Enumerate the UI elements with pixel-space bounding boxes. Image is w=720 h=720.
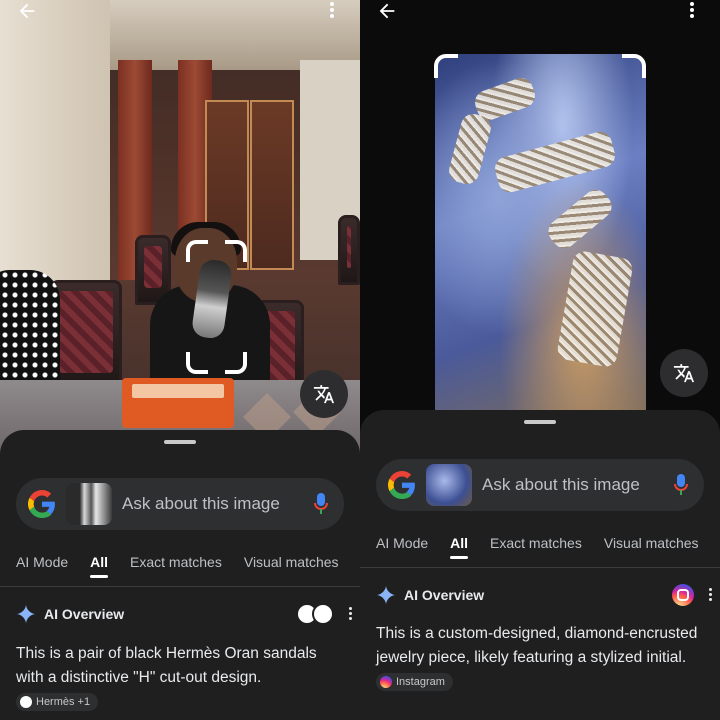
ask-placeholder[interactable]: Ask about this image (482, 475, 674, 495)
photo-jewelry-detail (492, 129, 618, 195)
instagram-icon[interactable] (672, 584, 694, 606)
crop-corner-top-left[interactable] (186, 240, 208, 262)
google-logo-icon (28, 490, 56, 518)
back-arrow-icon[interactable] (376, 0, 402, 22)
photo-orange-box (122, 378, 234, 428)
tabs-divider (360, 567, 720, 568)
tab-visual-matches[interactable]: Visual matches (244, 554, 339, 578)
ai-overview-text: This is a pair of black Hermès Oran sand… (16, 642, 346, 714)
tab-exact-matches[interactable]: Exact matches (490, 535, 582, 559)
google-logo-icon (388, 471, 416, 499)
sheet-drag-handle[interactable] (164, 440, 196, 444)
right-screen: Ask about this image AI Mode All Exact m… (360, 0, 720, 720)
ai-sparkle-icon (376, 585, 396, 605)
source-chip[interactable]: Instagram (376, 672, 453, 691)
back-arrow-icon[interactable] (16, 0, 42, 22)
photo-wall (0, 0, 110, 290)
translate-icon[interactable] (300, 370, 348, 418)
translate-icon[interactable] (660, 349, 708, 397)
ai-sparkle-icon (16, 604, 36, 624)
mic-icon[interactable] (674, 474, 688, 496)
source-chip-label: Hermès +1 (36, 695, 91, 708)
mic-icon[interactable] (314, 493, 328, 515)
ai-overview-header: AI Overview (16, 601, 352, 627)
tab-ai-mode[interactable]: AI Mode (16, 554, 68, 578)
source-chip-label: Instagram (396, 675, 445, 688)
results-sheet: Ask about this image AI Mode All Exact m… (360, 410, 720, 720)
ai-overview-title: AI Overview (44, 606, 125, 622)
source-icon[interactable] (312, 603, 334, 625)
ask-placeholder[interactable]: Ask about this image (122, 494, 314, 514)
photo-chair (50, 280, 122, 390)
source-chip[interactable]: Hermès +1 (16, 692, 99, 711)
overview-more-icon[interactable] (348, 606, 352, 622)
crop-corner-top-right[interactable] (225, 240, 247, 262)
photo-jewelry-detail (555, 249, 635, 369)
photo-jewelry-detail (446, 111, 494, 187)
tabs-divider (0, 586, 360, 587)
tab-all[interactable]: All (90, 554, 108, 578)
tab-exact-matches[interactable]: Exact matches (130, 554, 222, 578)
tab-all[interactable]: All (450, 535, 468, 559)
query-thumbnail[interactable] (426, 464, 472, 506)
camera-photo-jewelry (435, 54, 646, 414)
ai-overview-header: AI Overview (376, 582, 712, 608)
result-tabs: AI Mode All Exact matches Visual matches (16, 554, 360, 578)
ai-overview-title: AI Overview (404, 587, 485, 603)
ai-overview-body: This is a pair of black Hermès Oran sand… (16, 645, 317, 686)
sheet-drag-handle[interactable] (524, 420, 556, 424)
overview-more-icon[interactable] (708, 587, 712, 603)
photo-jewelry-detail (543, 185, 617, 253)
results-sheet: Ask about this image AI Mode All Exact m… (0, 430, 360, 720)
search-bar[interactable]: Ask about this image (376, 459, 704, 511)
tab-visual-matches[interactable]: Visual matches (604, 535, 699, 559)
query-thumbnail[interactable] (66, 483, 112, 525)
screenshot-pair: Ask about this image AI Mode All Exact m… (0, 0, 720, 720)
tab-ai-mode[interactable]: AI Mode (376, 535, 428, 559)
photo-chair (338, 215, 360, 285)
ai-overview-body: This is a custom-designed, diamond-encru… (376, 625, 698, 666)
ai-overview-text: This is a custom-designed, diamond-encru… (376, 622, 706, 694)
crop-corner-top-left[interactable] (434, 54, 458, 78)
search-bar[interactable]: Ask about this image (16, 478, 344, 530)
result-tabs: AI Mode All Exact matches Visual matches (376, 535, 720, 559)
more-vert-icon[interactable] (328, 2, 336, 20)
photo-door (250, 100, 294, 270)
crop-corner-bottom-left[interactable] (186, 352, 208, 374)
left-screen: Ask about this image AI Mode All Exact m… (0, 0, 360, 720)
crop-corner-bottom-right[interactable] (225, 352, 247, 374)
crop-corner-top-right[interactable] (622, 54, 646, 78)
more-vert-icon[interactable] (688, 2, 696, 20)
